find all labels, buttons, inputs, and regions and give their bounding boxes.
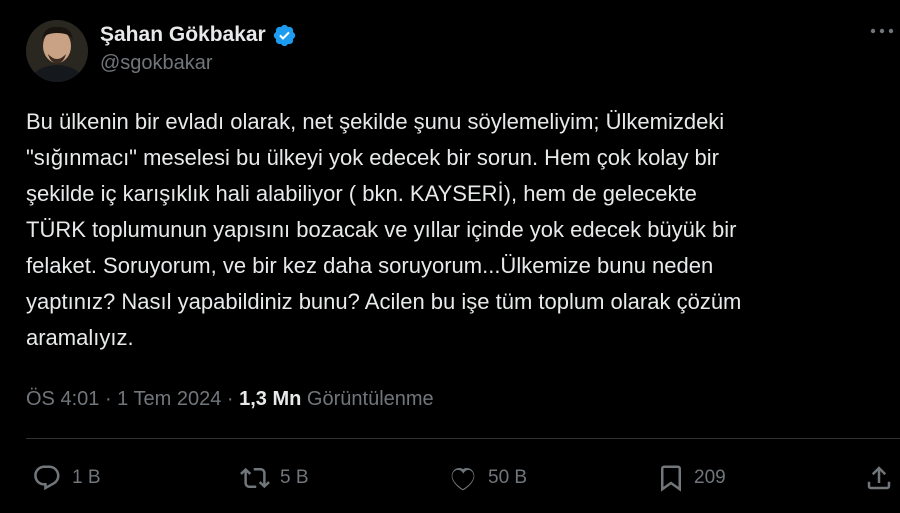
bookmark-count: 209 (694, 467, 726, 488)
tweet-time[interactable]: ÖS 4:01 (26, 388, 99, 410)
retweet-button[interactable]: 5 B (238, 458, 309, 498)
reply-icon (34, 465, 60, 491)
retweet-count: 5 B (280, 467, 309, 488)
bookmark-icon (661, 465, 681, 492)
heart-icon (451, 467, 475, 491)
reply-button[interactable]: 1 B (30, 458, 101, 498)
tweet-text: Bu ülkenin bir evladı olarak, net şekild… (26, 109, 742, 350)
tweet-card: Şahan Gökbakar @sgokbakar Bu ülkenin bir… (0, 0, 900, 513)
author-handle[interactable]: @sgokbakar (100, 52, 213, 75)
share-icon (867, 466, 891, 490)
tweet-meta: ÖS 4:01 · 1 Tem 2024 · 1,3 Mn Görüntülen… (26, 388, 434, 411)
views-count: 1,3 Mn (239, 388, 302, 410)
tweet-date[interactable]: 1 Tem 2024 (117, 388, 221, 410)
more-options-icon[interactable] (870, 24, 894, 38)
avatar-image (26, 20, 88, 82)
divider (26, 438, 900, 439)
like-count: 50 B (488, 467, 528, 488)
share-button[interactable] (864, 458, 894, 498)
author-name-row: Şahan Gökbakar (100, 20, 297, 50)
views-label: Görüntülenme (306, 388, 434, 410)
retweet-icon (240, 467, 270, 489)
like-button[interactable]: 50 B (446, 458, 527, 498)
bookmark-button[interactable]: 209 (656, 458, 726, 498)
reply-count: 1 B (72, 467, 101, 488)
display-name[interactable]: Şahan Gökbakar (100, 23, 266, 47)
action-bar: 1 B 5 B 50 B 209 (0, 458, 900, 498)
avatar[interactable] (26, 20, 88, 82)
meta-separator: · (221, 388, 240, 410)
meta-separator: · (99, 388, 118, 410)
verified-badge-icon (272, 23, 297, 48)
